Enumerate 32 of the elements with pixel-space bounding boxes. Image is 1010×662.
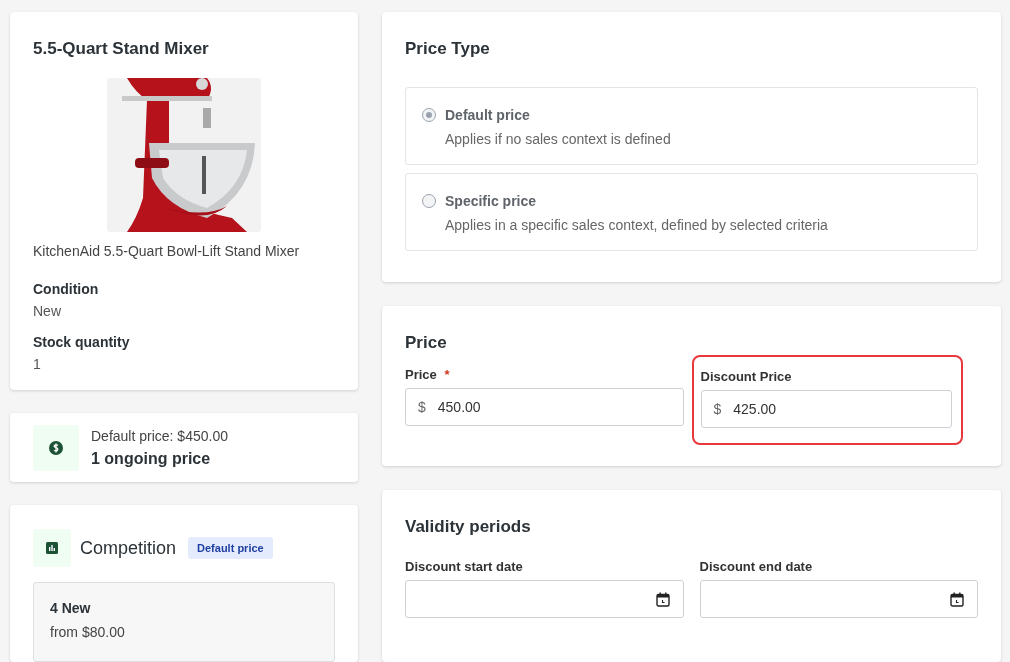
- field-label: Discount Price: [700, 369, 792, 384]
- default-price-badge: Default price: [188, 537, 273, 559]
- date-field[interactable]: [699, 580, 978, 618]
- offer-count: 4 New: [50, 600, 92, 616]
- option-description: Applies in a specific sales context, defined by selected criteria: [445, 217, 828, 233]
- field-label: Price: [405, 367, 437, 382]
- calendar-icon[interactable]: [655, 591, 670, 607]
- competition-title: Competition: [80, 537, 177, 559]
- detail-value: 1: [33, 356, 42, 372]
- required-mark: *: [444, 367, 450, 382]
- price-field[interactable]: $ 450.00: [405, 388, 684, 426]
- field-label: Discount start date: [405, 559, 523, 574]
- product-title: 5.5-Quart Stand Mixer: [33, 39, 210, 59]
- detail-label: Stock quantity: [33, 334, 131, 350]
- offer-price: from $80.00: [50, 624, 126, 640]
- section-title: Price: [405, 333, 448, 353]
- price-field[interactable]: $ 425.00: [700, 390, 952, 428]
- section-title: Price Type: [405, 39, 491, 59]
- product-name: KitchenAid 5.5-Quart Bowl-Lift Stand Mixer: [33, 243, 301, 259]
- default-price-text: Default price: $450.00: [91, 427, 228, 444]
- calendar-icon[interactable]: [950, 591, 964, 607]
- bar-chart-icon: [46, 542, 58, 554]
- date-field[interactable]: [405, 580, 684, 618]
- detail-label: Condition: [33, 281, 100, 297]
- ongoing-price-count: 1 ongoing price: [91, 449, 212, 468]
- section-title: Validity periods: [405, 517, 532, 537]
- option-label: Default price: [445, 107, 531, 123]
- detail-value: New: [33, 303, 62, 319]
- option-description: Applies if no sales context is defined: [445, 131, 671, 147]
- dollar-icon: [49, 440, 63, 455]
- option-label: Specific price: [445, 193, 538, 209]
- field-label: Discount end date: [699, 559, 813, 574]
